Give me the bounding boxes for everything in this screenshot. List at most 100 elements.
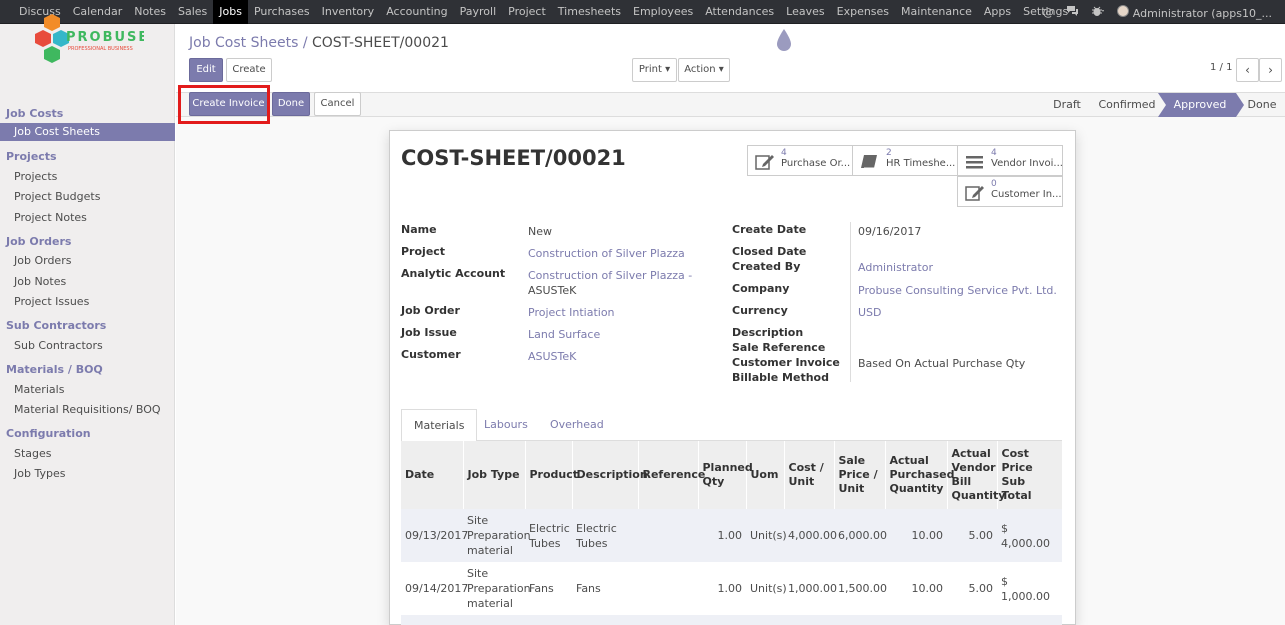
analytic-account-label: Analytic Account (401, 267, 506, 280)
sidebar-item-job-cost-sheets[interactable]: Job Cost Sheets (0, 123, 175, 141)
table-cell: 1,000.00 (788, 582, 837, 595)
stage-done[interactable]: Done (1244, 92, 1280, 117)
print-button[interactable]: Print ▾ (632, 58, 677, 82)
job-issue-value[interactable]: Land Surface (528, 328, 600, 341)
menu-sales[interactable]: Sales (172, 0, 213, 24)
menu-project[interactable]: Project (502, 0, 552, 24)
edit-icon (965, 186, 984, 201)
bug-icon[interactable] (1091, 5, 1105, 20)
table-row[interactable]: 09/14/2017 Site Preparation material Fan… (401, 562, 1062, 615)
pager-next-button[interactable]: › (1259, 58, 1282, 82)
sidebar-item-job-orders[interactable]: Job Orders (14, 254, 71, 267)
sidebar-item-job-notes[interactable]: Job Notes (14, 275, 66, 288)
column-header[interactable]: Product (525, 441, 578, 509)
sidebar-item-project-notes[interactable]: Project Notes (14, 211, 87, 224)
sidebar-item-projects[interactable]: Projects (14, 170, 57, 183)
vendor-invoices-smart-button[interactable]: 4 Vendor Invoi... (957, 145, 1063, 176)
menu-inventory[interactable]: Inventory (316, 0, 381, 24)
tab-overhead[interactable]: Overhead (550, 409, 604, 442)
column-header[interactable]: Uom (746, 441, 785, 509)
drop-icon (777, 29, 791, 51)
closed-date-label: Closed Date (732, 245, 807, 258)
menu-leaves[interactable]: Leaves (780, 0, 830, 24)
description-label: Description (732, 326, 804, 339)
customer-invoice-label: Customer Invoice (732, 356, 840, 369)
sidebar-item-project-budgets[interactable]: Project Budgets (14, 190, 100, 203)
column-header[interactable]: Cost Price Sub Total (997, 441, 1063, 509)
column-header[interactable]: Actual Purchased Quantity (885, 441, 954, 509)
avatar (1116, 4, 1129, 17)
breadcrumb: Job Cost Sheets / COST-SHEET/00021 (189, 35, 449, 51)
menu-apps[interactable]: Apps (978, 0, 1017, 24)
smart-count: 2 (886, 148, 892, 158)
chat-icon[interactable] (1066, 5, 1079, 20)
sidebar-section-job-orders: Job Orders (6, 235, 72, 248)
customer-invoices-smart-button[interactable]: 0 Customer In... (957, 176, 1063, 207)
stage-draft[interactable]: Draft (1044, 92, 1090, 117)
hr-timesheets-smart-button[interactable]: 2 HR Timeshe... (852, 145, 958, 176)
chevron-right-icon: › (1268, 63, 1273, 77)
analytic-account-value[interactable]: Construction of Silver Plazza - (528, 269, 692, 282)
currency-value[interactable]: USD (858, 306, 882, 319)
column-header[interactable]: Reference (638, 441, 705, 509)
tab-materials[interactable]: Materials (401, 409, 478, 442)
sidebar-item-project-issues[interactable]: Project Issues (14, 295, 89, 308)
column-header[interactable]: Date (401, 441, 464, 509)
sidebar-section-projects: Projects (6, 150, 57, 163)
edit-button[interactable]: Edit (189, 58, 223, 82)
done-button[interactable]: Done (272, 92, 310, 116)
cancel-button[interactable]: Cancel (314, 92, 361, 116)
table-cell: 5.00 (968, 582, 994, 595)
user-menu[interactable]: Administrator (apps10_... (1116, 4, 1272, 20)
menu-jobs[interactable]: Jobs (213, 0, 248, 24)
sidebar-item-stages[interactable]: Stages (14, 447, 52, 460)
purchase-orders-smart-button[interactable]: 4 Purchase Or... (747, 145, 853, 176)
column-header[interactable]: Planned Qty (698, 441, 753, 509)
currency-label: Currency (732, 304, 788, 317)
menu-accounting[interactable]: Accounting (380, 0, 453, 24)
job-order-value[interactable]: Project Intiation (528, 306, 615, 319)
table-cell (638, 562, 698, 615)
table-cell: 10.00 (885, 509, 947, 562)
breadcrumb-parent[interactable]: Job Cost Sheets / (189, 35, 308, 51)
sidebar-item-materials[interactable]: Materials (14, 383, 64, 396)
sidebar-item-sub-contractors[interactable]: Sub Contractors (14, 339, 103, 352)
menu-attendances[interactable]: Attendances (699, 0, 780, 24)
menu-purchases[interactable]: Purchases (248, 0, 316, 24)
tab-labours[interactable]: Labours (484, 409, 528, 442)
column-header[interactable]: Description (572, 441, 648, 509)
stage-approved[interactable]: Approved (1164, 92, 1236, 117)
table-cell: Unit(s) (746, 509, 787, 562)
table-cell: $ 1,000.00 (1001, 574, 1050, 603)
table-cell: Fans (529, 582, 554, 595)
column-header[interactable]: Job Type (463, 441, 526, 509)
action-button[interactable]: Action ▾ (678, 58, 730, 82)
menu-payroll[interactable]: Payroll (454, 0, 503, 24)
menu-employees[interactable]: Employees (627, 0, 699, 24)
pager-previous-button[interactable]: ‹ (1236, 58, 1259, 82)
project-value[interactable]: Construction of Silver Plazza (528, 247, 685, 260)
sale-reference-label: Sale Reference (732, 341, 826, 354)
sidebar-item-job-types[interactable]: Job Types (14, 467, 65, 480)
table-cell: Site Preparation material (463, 509, 531, 562)
column-header[interactable]: Cost / Unit (784, 441, 835, 509)
stage-confirmed[interactable]: Confirmed (1092, 92, 1162, 117)
smart-count: 4 (781, 148, 787, 158)
at-icon[interactable]: @ (1043, 6, 1054, 19)
table-footer-row (401, 615, 1062, 625)
sidebar-item-material-requisitions[interactable]: Material Requisitions/ BOQ (14, 403, 161, 416)
menu-timesheets[interactable]: Timesheets (552, 0, 627, 24)
column-header[interactable]: Sale Price / Unit (834, 441, 886, 509)
column-header[interactable]: Actual Vendor Bill Quantity (947, 441, 1005, 509)
created-by-value[interactable]: Administrator (858, 261, 933, 274)
table-cell: Electric Tubes (525, 509, 572, 562)
company-value[interactable]: Probuse Consulting Service Pvt. Ltd. (858, 284, 1057, 297)
customer-value[interactable]: ASUSTeK (528, 350, 576, 363)
menu-maintenance[interactable]: Maintenance (895, 0, 978, 24)
create-button[interactable]: Create (226, 58, 272, 82)
highlight-box (178, 85, 270, 124)
create-date-value: 09/16/2017 (858, 225, 922, 238)
table-row[interactable]: 09/13/2017 Site Preparation material Ele… (401, 509, 1062, 562)
menu-expenses[interactable]: Expenses (831, 0, 895, 24)
materials-table: Date Job Type Product Description Refere… (401, 441, 1063, 625)
